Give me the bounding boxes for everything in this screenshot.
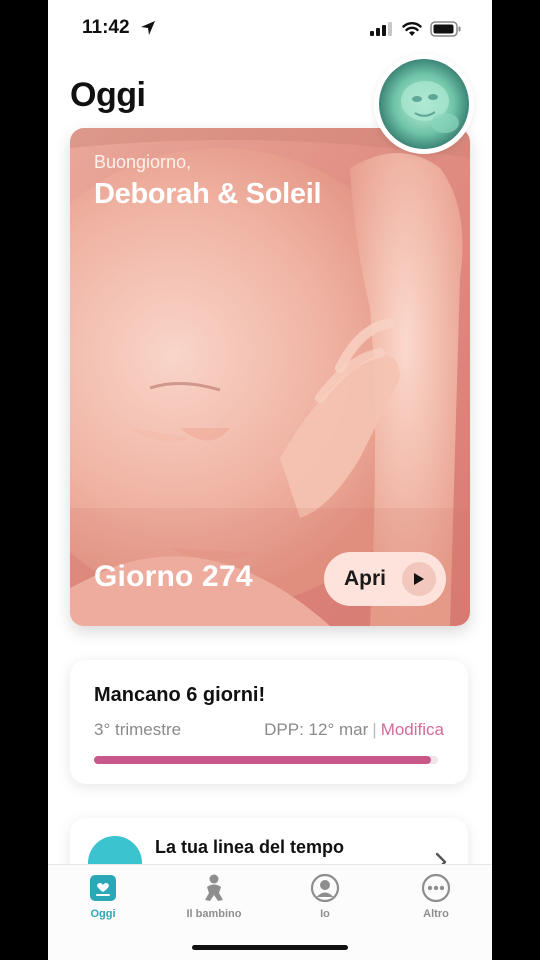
timeline-title: La tua linea del tempo: [155, 837, 345, 857]
hero-names: Deborah & Soleil: [94, 178, 322, 210]
cellular-signal-icon: [370, 22, 392, 36]
trimester-label: 3° trimestre: [94, 720, 182, 739]
tab-today[interactable]: Oggi: [58, 873, 148, 920]
play-icon: [402, 562, 436, 596]
tab-label-more: Altro: [423, 908, 449, 920]
status-time: 11:42: [82, 17, 130, 38]
open-button-label: Apri: [344, 567, 386, 590]
profile-icon: [310, 873, 340, 903]
pregnancy-progress-bar: [94, 756, 438, 764]
today-icon: [90, 875, 116, 901]
due-date-row: DPP: 12° mar | Modifica: [264, 720, 444, 740]
due-date-label: DPP: 12° mar: [264, 720, 369, 739]
tab-label-today: Oggi: [90, 908, 116, 920]
hero-card[interactable]: Buongiorno, Deborah & Soleil Giorno 274 …: [70, 128, 470, 626]
due-date-separator: |: [372, 720, 377, 739]
pregnancy-progress-fill: [94, 756, 432, 764]
hero-greeting: Buongiorno,: [94, 152, 192, 172]
countdown-title: Mancano 6 giorni!: [94, 684, 266, 706]
status-bar: 11:42: [48, 0, 492, 60]
edit-due-date-link[interactable]: Modifica: [381, 720, 444, 739]
tab-label-me: Io: [320, 908, 330, 920]
location-arrow-icon: [141, 21, 155, 35]
ultrasound-avatar-image: [379, 59, 469, 149]
wifi-icon: [402, 22, 422, 36]
pregnancy-day-label: Giorno 274: [94, 560, 253, 593]
tab-me[interactable]: Io: [280, 873, 370, 920]
tab-label-baby: Il bambino: [186, 908, 242, 920]
baby-icon: [205, 874, 223, 901]
app-screen: 11:42 Oggi Buongiorno, Deborah & Soleil …: [48, 0, 492, 960]
tab-baby[interactable]: Il bambino: [169, 873, 259, 920]
page-title: Oggi: [70, 76, 146, 114]
battery-icon: [430, 21, 461, 37]
avatar[interactable]: [374, 54, 474, 154]
open-button[interactable]: Apri: [324, 552, 446, 606]
tab-more[interactable]: Altro: [391, 873, 481, 920]
more-icon: [421, 873, 451, 903]
countdown-card[interactable]: Mancano 6 giorni! 3° trimestre DPP: 12° …: [70, 660, 468, 784]
home-indicator[interactable]: [192, 945, 348, 950]
